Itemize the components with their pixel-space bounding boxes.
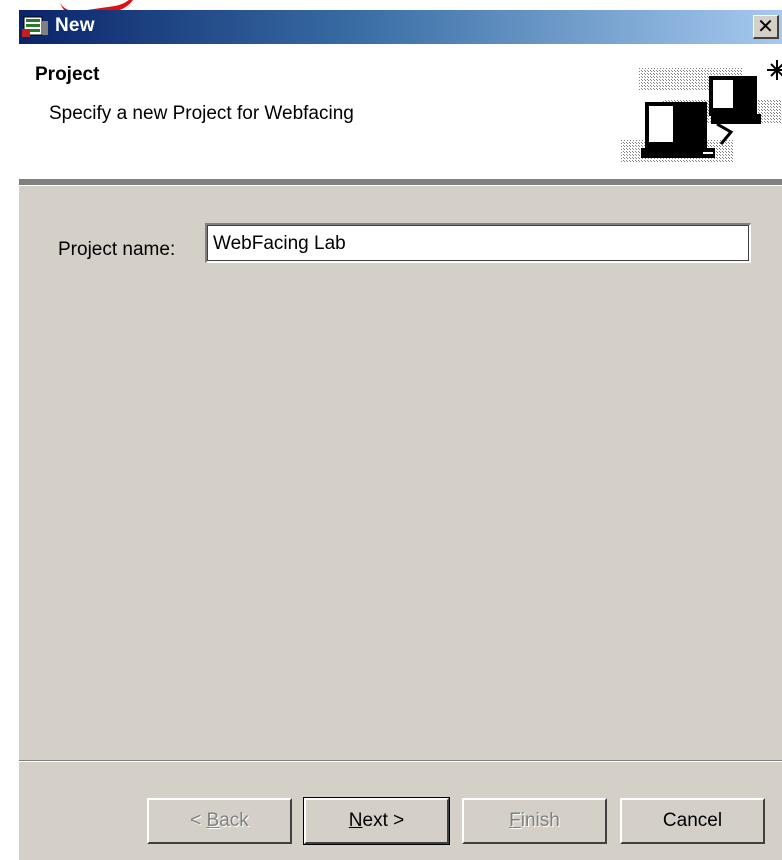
header-separator bbox=[19, 179, 782, 186]
title-bar[interactable]: New ✕ bbox=[19, 10, 782, 44]
next-button[interactable]: Next > bbox=[303, 797, 450, 845]
finish-button-label: inish bbox=[520, 810, 560, 831]
finish-button-mnemonic: F bbox=[509, 810, 521, 831]
page-description: Specify a new Project for Webfacing bbox=[49, 103, 354, 124]
wizard-app-icon bbox=[22, 16, 48, 37]
cancel-button[interactable]: Cancel bbox=[620, 798, 765, 844]
next-button-label: ext > bbox=[362, 810, 405, 831]
project-name-label: Project name: bbox=[58, 239, 176, 260]
wizard-header: Project Specify a new Project for Webfac… bbox=[19, 44, 782, 179]
finish-button[interactable]: Finish bbox=[462, 798, 607, 844]
back-button[interactable]: < Back bbox=[147, 798, 292, 844]
next-button-mnemonic: N bbox=[348, 810, 363, 831]
window-title: New bbox=[55, 15, 95, 36]
computer-network-icon bbox=[621, 60, 782, 162]
page-title: Project bbox=[35, 64, 100, 85]
back-button-mnemonic: B bbox=[206, 810, 220, 831]
back-button-prefix: < bbox=[190, 810, 207, 831]
project-name-field[interactable] bbox=[205, 223, 751, 263]
close-icon[interactable]: ✕ bbox=[753, 15, 779, 39]
new-project-dialog: New ✕ Project Specify a new Project for … bbox=[18, 10, 782, 860]
back-button-label: ack bbox=[219, 810, 249, 831]
button-bar-separator bbox=[19, 760, 782, 762]
